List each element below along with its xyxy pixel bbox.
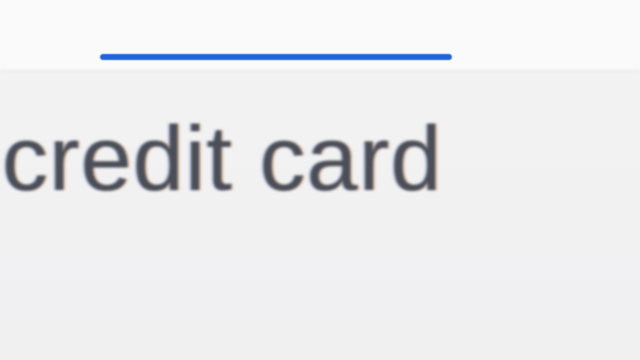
divider [0, 70, 640, 73]
result-label: credit card [2, 108, 443, 210]
top-bar [0, 0, 640, 72]
screen: credit card [0, 0, 640, 360]
active-tab-indicator [100, 54, 452, 60]
